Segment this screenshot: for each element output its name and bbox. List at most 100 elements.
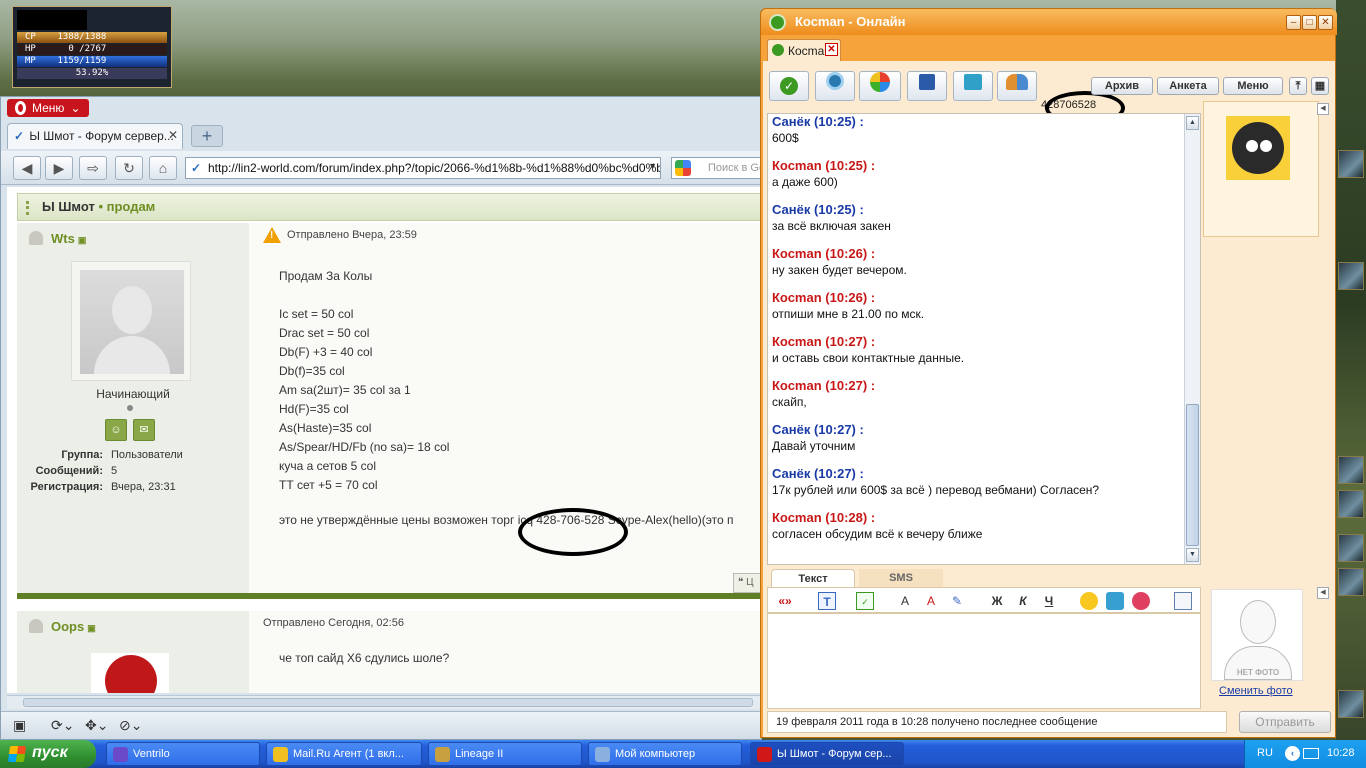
- italic-button[interactable]: К: [1014, 592, 1032, 610]
- save-button[interactable]: [907, 71, 947, 101]
- message-input[interactable]: [767, 613, 1201, 709]
- scroll-thumb[interactable]: [1186, 404, 1199, 546]
- spellcheck-icon[interactable]: ✓: [856, 592, 874, 610]
- post-author[interactable]: Wts ▣: [29, 231, 86, 246]
- close-icon[interactable]: ✕: [1318, 15, 1333, 30]
- app-icon: [435, 747, 450, 762]
- quote-button[interactable]: ❝ Ц: [733, 573, 761, 593]
- post-author[interactable]: Oops ▣: [29, 619, 96, 634]
- change-photo-link[interactable]: Сменить фото: [1219, 685, 1293, 697]
- language-indicator[interactable]: RU: [1257, 747, 1273, 759]
- back-button[interactable]: ◀: [13, 156, 41, 180]
- unite-icon[interactable]: ✥⌄: [85, 717, 108, 734]
- message-history[interactable]: Санёк (10:25) : 600$ Косman (10:25) : а даж…: [767, 113, 1201, 565]
- chevron-down-icon[interactable]: ▼: [648, 161, 657, 171]
- maximize-icon[interactable]: □: [1302, 15, 1317, 30]
- mp-bar: MP 1159/1159: [17, 56, 167, 67]
- turbo-icon[interactable]: ⟳⌄: [51, 717, 74, 734]
- settings-icon[interactable]: [1174, 592, 1192, 610]
- alarm-icon[interactable]: [1132, 592, 1150, 610]
- contact-avatar[interactable]: [1226, 116, 1290, 180]
- profile-icon[interactable]: ☺: [105, 419, 127, 441]
- mail-icon[interactable]: [1303, 748, 1319, 759]
- skill-slot[interactable]: [1338, 150, 1364, 178]
- tab-sms[interactable]: SMS: [859, 569, 943, 587]
- menu-button[interactable]: Меню: [1223, 77, 1283, 95]
- taskbar-item[interactable]: Lineage II: [428, 742, 582, 766]
- app-icon: [273, 747, 288, 762]
- check-icon: ✓: [780, 77, 798, 95]
- post-line: Db(f)=35 col: [279, 364, 345, 378]
- pin-icon[interactable]: ⤒: [1289, 77, 1307, 95]
- floppy-icon: [919, 74, 935, 90]
- smiley-icon[interactable]: [1080, 592, 1098, 610]
- scroll-down-icon[interactable]: ▼: [1186, 548, 1199, 562]
- address-bar[interactable]: ✓ http://lin2-world.com/forum/index.php?…: [185, 157, 661, 179]
- web-button[interactable]: [859, 71, 901, 101]
- skill-slot[interactable]: [1338, 568, 1364, 596]
- webcam-button[interactable]: [815, 71, 855, 101]
- message-icon[interactable]: ✉: [133, 419, 155, 441]
- zoom-icon[interactable]: ⊘⌄: [119, 717, 142, 734]
- skill-slot[interactable]: [1338, 262, 1364, 290]
- scroll-up-icon[interactable]: ▲: [1186, 116, 1199, 130]
- fast-forward-button[interactable]: ⇨: [79, 156, 107, 180]
- tab-text[interactable]: Текст: [771, 569, 855, 587]
- skill-slot[interactable]: [1338, 456, 1364, 484]
- chat-title: Косman - Онлайн: [795, 14, 906, 29]
- system-tray: RU ‹ 10:28: [1244, 740, 1366, 768]
- contacts-button[interactable]: [997, 71, 1037, 101]
- text-color-icon[interactable]: A: [922, 592, 940, 610]
- search-field[interactable]: Поиск в Go: [671, 157, 763, 179]
- underline-button[interactable]: Ч: [1040, 592, 1058, 610]
- reload-button[interactable]: ↻: [115, 156, 143, 180]
- status-button[interactable]: ✓: [769, 71, 809, 101]
- start-button[interactable]: пуск: [0, 740, 96, 768]
- translit-icon[interactable]: T: [818, 592, 836, 610]
- post-line: Db(F) +3 = 40 col: [279, 345, 373, 359]
- taskbar-item[interactable]: Ы Шмот - Форум сер...: [750, 742, 904, 766]
- collapse-icon[interactable]: ◀: [1317, 103, 1329, 115]
- highlight-pen-icon[interactable]: ✎: [948, 592, 966, 610]
- home-button[interactable]: ⌂: [149, 156, 177, 180]
- quote-button[interactable]: «»: [776, 592, 794, 610]
- collapse-icon[interactable]: ◀: [1317, 587, 1329, 599]
- panel-toggle-icon[interactable]: ▣: [13, 717, 26, 734]
- show-hidden-icons-icon[interactable]: ‹: [1285, 746, 1300, 761]
- skill-slot[interactable]: [1338, 690, 1364, 718]
- tv-icon[interactable]: [1106, 592, 1124, 610]
- horizontal-scrollbar[interactable]: [7, 695, 761, 709]
- close-tab-icon[interactable]: ✕: [168, 128, 178, 142]
- chat-message: Санёк (10:25) : 600$: [772, 114, 1186, 158]
- scroll-thumb[interactable]: [23, 698, 753, 707]
- font-icon[interactable]: A: [896, 592, 914, 610]
- skill-slot[interactable]: [1338, 534, 1364, 562]
- bold-button[interactable]: Ж: [988, 592, 1006, 610]
- vertical-scrollbar[interactable]: ▲ ▼: [1184, 114, 1200, 564]
- forward-button[interactable]: ▶: [45, 156, 73, 180]
- close-tab-icon[interactable]: ✕: [825, 43, 838, 56]
- contact-tab[interactable]: Косman ✕: [767, 39, 841, 61]
- send-button[interactable]: Отправить: [1239, 711, 1331, 733]
- browser-tab[interactable]: ✓ Ы Шмот - Форум сервер... ✕: [7, 123, 183, 149]
- taskbar-item[interactable]: Mail.Ru Агент (1 вкл...: [266, 742, 422, 766]
- profile-button[interactable]: Анкета: [1157, 77, 1219, 95]
- compose-tabs: Текст SMS: [767, 569, 1201, 587]
- app-icon: [757, 747, 772, 762]
- browser-menu-button[interactable]: Меню ⌄: [7, 99, 89, 117]
- archive-button[interactable]: Архив: [1091, 77, 1153, 95]
- taskbar-item[interactable]: Мой компьютер: [588, 742, 742, 766]
- search-placeholder: Поиск в Go: [708, 162, 763, 174]
- taskbar-item-label: Ы Шмот - Форум сер...: [777, 748, 892, 760]
- info-row: Регистрация: Вчера, 23:31: [30, 481, 176, 493]
- skill-slot[interactable]: [1338, 490, 1364, 518]
- taskbar-item[interactable]: Ventrilo: [106, 742, 260, 766]
- info-row: Сообщений: 5: [35, 465, 118, 477]
- transfer-button[interactable]: [953, 71, 993, 101]
- minimize-icon[interactable]: –: [1286, 15, 1301, 30]
- new-tab-button[interactable]: +: [191, 125, 223, 147]
- default-avatar-icon: [80, 270, 184, 374]
- avatar[interactable]: [91, 653, 169, 693]
- grid-icon[interactable]: ▦: [1311, 77, 1329, 95]
- avatar[interactable]: [71, 261, 191, 381]
